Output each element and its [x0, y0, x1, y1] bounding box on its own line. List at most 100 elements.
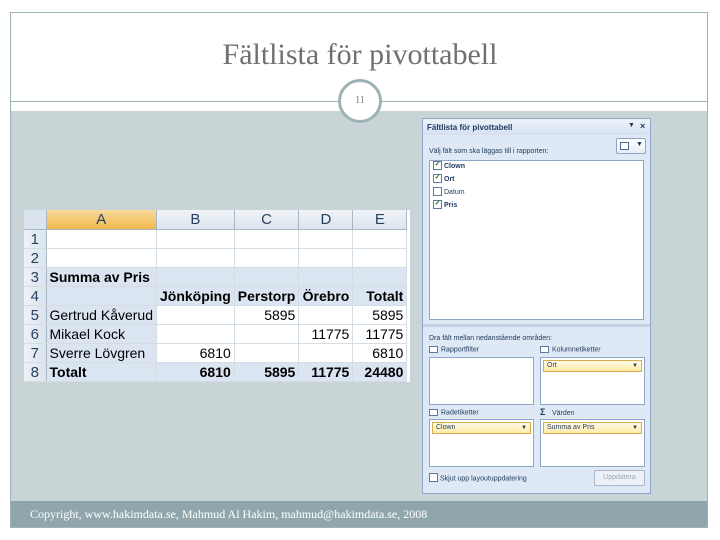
pivot-data-field-label[interactable]: Summa av Pris	[46, 267, 157, 287]
cell[interactable]	[46, 229, 157, 249]
pivot-column-header[interactable]: Örebro	[298, 286, 354, 306]
cell[interactable]	[156, 324, 235, 344]
row-number[interactable]: 1	[24, 229, 47, 249]
page-number-badge: 11	[338, 79, 382, 123]
cell[interactable]: 11775	[352, 324, 408, 344]
column-header-a[interactable]: A	[46, 210, 157, 230]
cell[interactable]: 6810	[156, 362, 235, 382]
cell[interactable]	[234, 267, 300, 287]
row-labels-label: Radetiketter	[429, 409, 479, 416]
cell[interactable]: 11775	[298, 324, 354, 344]
row-number[interactable]: 3	[24, 267, 47, 287]
pivot-column-header[interactable]: Totalt	[352, 286, 408, 306]
cell[interactable]	[156, 381, 235, 382]
row-labels-icon	[429, 409, 438, 416]
table-row: 5 Gertrud Kåverud 5895 5895	[24, 305, 408, 325]
row-number[interactable]: 6	[24, 324, 47, 344]
pane-header: Fältlista för pivottabell ▼ ×	[423, 119, 650, 135]
chevron-down-icon[interactable]: ▼	[628, 122, 635, 129]
pivot-row-label[interactable]: Mikael Kock	[46, 324, 157, 344]
column-labels-icon	[540, 346, 549, 353]
table-row: 1	[24, 229, 408, 249]
report-filter-zone[interactable]	[429, 357, 534, 405]
row-labels-zone[interactable]: Clown ▼	[429, 419, 534, 467]
row-number[interactable]: 9	[24, 381, 47, 382]
cell[interactable]	[46, 286, 157, 306]
cell[interactable]	[46, 248, 157, 268]
values-field-chip[interactable]: Summa av Pris ▼	[543, 422, 642, 434]
field-item-pris[interactable]: ✓ Pris	[430, 199, 643, 213]
checkbox-icon[interactable]: ✓	[433, 160, 442, 170]
defer-layout-update[interactable]: Skjut upp layoutuppdatering	[429, 473, 527, 483]
select-all-corner[interactable]	[24, 210, 47, 230]
column-labels-zone[interactable]: Ort ▼	[540, 357, 645, 405]
close-icon[interactable]: ×	[640, 121, 645, 131]
cell[interactable]	[46, 381, 157, 382]
pivot-grand-total-label[interactable]: Totalt	[46, 362, 157, 382]
chevron-down-icon[interactable]: ▼	[632, 361, 638, 371]
row-number[interactable]: 2	[24, 248, 47, 268]
cell[interactable]	[298, 248, 354, 268]
field-item-datum[interactable]: Datum	[430, 186, 643, 200]
column-header-e[interactable]: E	[352, 210, 408, 230]
checkbox-icon[interactable]	[433, 186, 442, 196]
column-header-row: A B C D E	[24, 210, 408, 230]
cell[interactable]	[352, 229, 408, 249]
pivot-row-label[interactable]: Sverre Lövgren	[46, 343, 157, 363]
cell[interactable]	[352, 381, 408, 382]
pivot-column-header[interactable]: Jönköping	[156, 286, 235, 306]
cell[interactable]	[234, 381, 300, 382]
cell[interactable]	[156, 305, 235, 325]
cell[interactable]	[298, 305, 354, 325]
update-button[interactable]: Uppdatera	[594, 470, 645, 486]
cell[interactable]	[352, 267, 408, 287]
cell[interactable]	[298, 267, 354, 287]
field-item-clown[interactable]: ✓ Clown	[430, 160, 643, 174]
cell[interactable]: 11775	[298, 362, 354, 382]
column-header-c[interactable]: C	[234, 210, 300, 230]
cell[interactable]	[156, 267, 235, 287]
cell[interactable]	[234, 324, 300, 344]
layout-options-button[interactable]: ▼	[616, 138, 646, 154]
cell[interactable]	[298, 229, 354, 249]
cell[interactable]	[234, 343, 300, 363]
checkbox-icon[interactable]: ✓	[433, 173, 442, 183]
cell[interactable]: 5895	[234, 305, 300, 325]
row-number[interactable]: 5	[24, 305, 47, 325]
cell[interactable]	[352, 248, 408, 268]
row-number[interactable]: 7	[24, 343, 47, 363]
chevron-down-icon: ▼	[636, 141, 643, 148]
table-row: 7 Sverre Lövgren 6810 6810	[24, 343, 408, 363]
pivot-column-header[interactable]: Perstorp	[234, 286, 300, 306]
cell[interactable]	[298, 343, 354, 363]
column-field-chip[interactable]: Ort ▼	[543, 360, 642, 372]
row-number[interactable]: 8	[24, 362, 47, 382]
field-item-ort[interactable]: ✓ Ort	[430, 173, 643, 187]
checkbox-icon[interactable]: ✓	[433, 199, 442, 209]
column-header-d[interactable]: D	[298, 210, 354, 230]
column-labels-label: Kolumnetiketter	[540, 346, 601, 353]
cell[interactable]: 5895	[234, 362, 300, 382]
values-zone[interactable]: Summa av Pris ▼	[540, 419, 645, 467]
cell[interactable]: 24480	[352, 362, 408, 382]
cell[interactable]	[156, 229, 235, 249]
cell[interactable]: 5895	[352, 305, 408, 325]
pane-splitter[interactable]	[423, 324, 650, 327]
column-header-b[interactable]: B	[156, 210, 235, 230]
layout-icon	[620, 142, 629, 150]
checkbox-icon[interactable]	[429, 473, 438, 482]
cell[interactable]	[156, 248, 235, 268]
row-field-chip[interactable]: Clown ▼	[432, 422, 531, 434]
cell[interactable]: 6810	[352, 343, 408, 363]
chevron-down-icon[interactable]: ▼	[632, 423, 638, 433]
pane-title: Fältlista för pivottabell	[427, 123, 513, 132]
cell[interactable]	[234, 248, 300, 268]
pivot-row-label[interactable]: Gertrud Kåverud	[46, 305, 157, 325]
row-number[interactable]: 4	[24, 286, 47, 306]
cell[interactable]	[234, 229, 300, 249]
cell[interactable]	[298, 381, 354, 382]
cell[interactable]: 6810	[156, 343, 235, 363]
footer-copyright: Copyright, www.hakimdata.se, Mahmud Al H…	[30, 507, 428, 521]
table-row: 3 Summa av Pris	[24, 267, 408, 287]
chevron-down-icon[interactable]: ▼	[521, 423, 527, 433]
